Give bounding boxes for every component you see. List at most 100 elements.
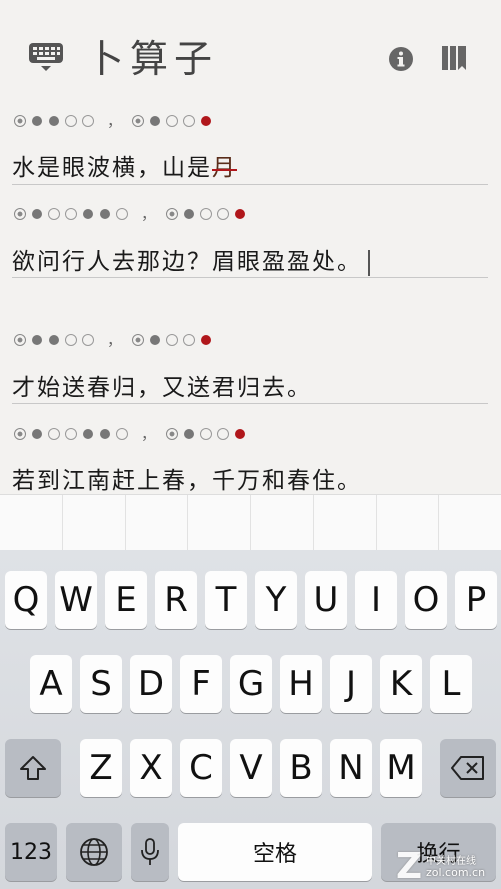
tone-pattern: ， <box>14 205 251 223</box>
shift-icon <box>19 755 47 781</box>
key-z[interactable]: Z <box>80 739 122 797</box>
tone-mark-dot <box>100 209 110 219</box>
tone-mark-ping <box>14 334 26 346</box>
text-cursor <box>368 250 370 276</box>
candidate-slot[interactable] <box>126 495 189 551</box>
watermark-logo: Z <box>396 846 423 887</box>
tone-mark-dot <box>32 335 42 345</box>
verse-text: 才始送春归，又送君归去。 <box>12 375 312 401</box>
tone-mark-dot <box>83 429 93 439</box>
tone-mark-open <box>65 115 77 127</box>
key-u[interactable]: U <box>305 571 347 629</box>
verse-line[interactable]: 才始送春归，又送君归去。 <box>12 368 312 402</box>
key-e[interactable]: E <box>105 571 147 629</box>
tone-mark-open <box>200 428 213 440</box>
tone-mark-ping <box>166 428 179 440</box>
tone-mark-dot <box>32 209 42 219</box>
key-i[interactable]: I <box>355 571 397 629</box>
globe-icon <box>79 837 109 867</box>
candidate-slot[interactable] <box>251 495 314 551</box>
candidate-slot[interactable] <box>377 495 440 551</box>
candidate-slot[interactable] <box>0 495 63 551</box>
tone-mark-open <box>166 334 179 346</box>
tone-mark-open <box>65 428 77 440</box>
globe-key[interactable] <box>66 823 122 881</box>
key-n[interactable]: N <box>330 739 372 797</box>
verse-line[interactable]: 欲问行人去那边？眉眼盈盈处。 <box>12 242 370 276</box>
tone-mark-open <box>48 428 60 440</box>
book-icon[interactable] <box>441 44 467 72</box>
key-g[interactable]: G <box>230 655 272 713</box>
key-s[interactable]: S <box>80 655 122 713</box>
key-y[interactable]: Y <box>255 571 297 629</box>
key-t[interactable]: T <box>205 571 247 629</box>
key-v[interactable]: V <box>230 739 272 797</box>
tone-mark-open <box>48 208 60 220</box>
site-watermark: Z 中关村在线 zol.com.cn <box>396 846 496 887</box>
key-d[interactable]: D <box>130 655 172 713</box>
tone-mark-dot <box>150 335 161 345</box>
verse-text: 水是眼波横，山是 <box>12 155 212 181</box>
key-o[interactable]: O <box>405 571 447 629</box>
tone-mark-dot <box>83 209 93 219</box>
tone-mark-dot <box>184 209 195 219</box>
key-m[interactable]: M <box>380 739 422 797</box>
tone-mark-open <box>82 115 94 127</box>
key-x[interactable]: X <box>130 739 172 797</box>
key-b[interactable]: B <box>280 739 322 797</box>
tone-mark-rhyme <box>235 429 246 439</box>
key-w[interactable]: W <box>55 571 97 629</box>
tone-mark-rhyme <box>235 209 246 219</box>
tone-mark-dot <box>32 116 42 126</box>
key-c[interactable]: C <box>180 739 222 797</box>
tone-mark-ping <box>14 428 26 440</box>
key-l[interactable]: L <box>430 655 472 713</box>
verse-line[interactable]: 水是眼波横，山是月 <box>12 148 237 182</box>
key-p[interactable]: P <box>455 571 497 629</box>
tone-pattern: ， <box>14 112 217 130</box>
line-divider <box>12 184 488 185</box>
space-key[interactable]: 空格 <box>178 823 372 881</box>
verse-line[interactable]: 若到江南赶上春，千万和春住。 <box>12 461 362 495</box>
tone-mark-ping <box>14 115 26 127</box>
key-j[interactable]: J <box>330 655 372 713</box>
tone-mark-open <box>217 428 230 440</box>
tone-mark-open <box>183 115 196 127</box>
candidate-slot[interactable] <box>63 495 126 551</box>
candidate-slot[interactable] <box>314 495 377 551</box>
tone-mark-ping <box>132 115 145 127</box>
key-f[interactable]: F <box>180 655 222 713</box>
watermark-url: zol.com.cn <box>426 866 486 879</box>
tone-mark-open <box>65 208 77 220</box>
tone-pattern: ， <box>14 331 217 349</box>
candidate-bar <box>0 494 501 551</box>
tone-mark-open <box>116 428 128 440</box>
delete-key[interactable] <box>440 739 496 797</box>
delete-icon <box>450 755 486 781</box>
tone-mark-rhyme <box>201 335 212 345</box>
candidate-slot[interactable] <box>188 495 251 551</box>
tone-mark-ping <box>14 208 26 220</box>
microphone-key[interactable] <box>131 823 169 881</box>
struck-character: 月 <box>212 155 237 181</box>
key-a[interactable]: A <box>30 655 72 713</box>
incorrect-character: 月 <box>212 155 237 181</box>
tone-mark-dot <box>49 335 59 345</box>
pattern-comma: ， <box>107 112 123 130</box>
numbers-key[interactable]: 123 <box>5 823 57 881</box>
line-divider <box>12 277 488 278</box>
keyboard-icon[interactable] <box>28 42 64 72</box>
key-k[interactable]: K <box>380 655 422 713</box>
tone-mark-open <box>217 208 230 220</box>
tone-mark-open <box>65 334 77 346</box>
pattern-comma: ， <box>141 425 157 443</box>
shift-key[interactable] <box>5 739 61 797</box>
candidate-slot[interactable] <box>439 495 501 551</box>
key-q[interactable]: Q <box>5 571 47 629</box>
tone-mark-ping <box>132 334 145 346</box>
verse-text: 若到江南赶上春，千万和春住。 <box>12 468 362 494</box>
key-r[interactable]: R <box>155 571 197 629</box>
info-icon[interactable] <box>388 46 414 72</box>
keyboard: 123 空格 换行 QWERTYUIOPASDFGHJKLZXCVBNM <box>0 550 501 889</box>
key-h[interactable]: H <box>280 655 322 713</box>
